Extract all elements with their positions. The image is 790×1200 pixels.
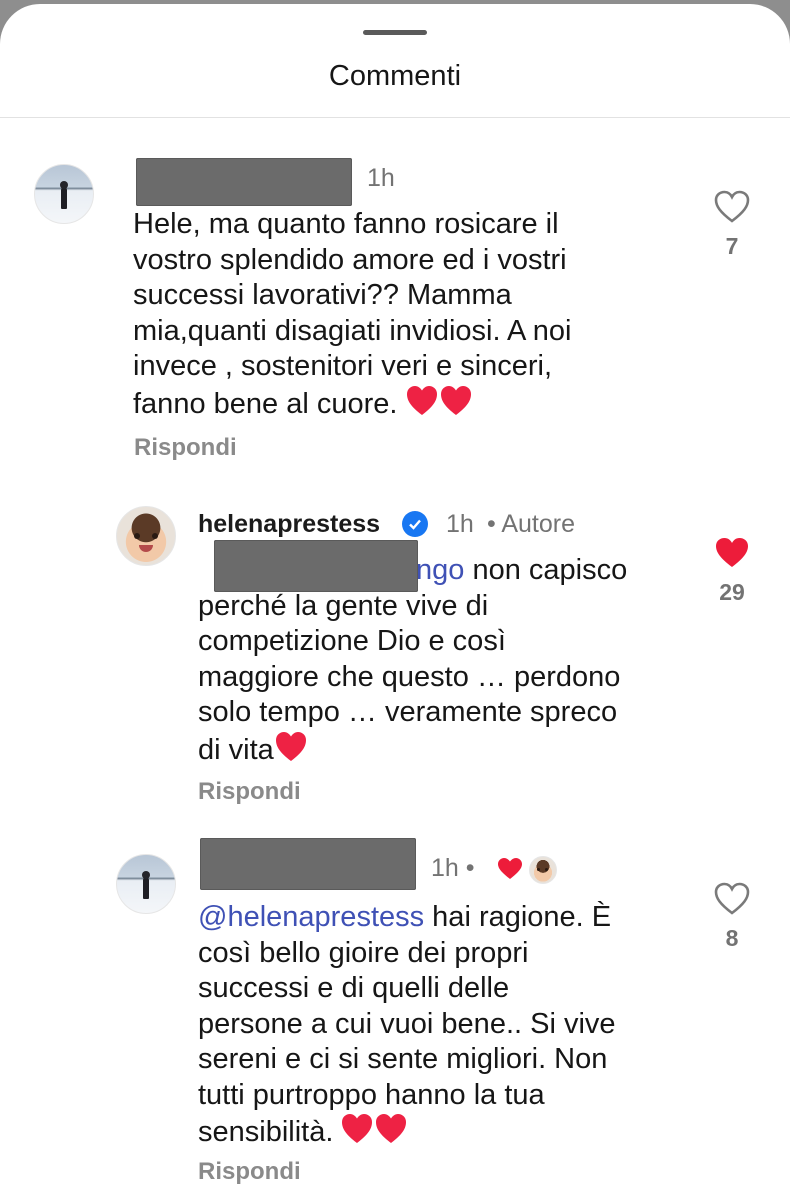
avatar[interactable] [34, 164, 94, 224]
heart-filled-icon[interactable] [702, 536, 762, 575]
like-column: 7 [702, 190, 762, 260]
username[interactable]: helenaprestess [198, 510, 380, 539]
comment-timestamp: 1h [367, 164, 395, 192]
reply-button[interactable]: Rispondi [134, 434, 237, 462]
heart-outline-icon[interactable] [702, 190, 762, 229]
avatar[interactable] [116, 506, 176, 566]
like-column: 29 [702, 536, 762, 606]
author-tag: • Autore [487, 510, 575, 538]
author-avatar-small [529, 856, 557, 884]
like-count: 8 [725, 925, 739, 951]
comment-timestamp: 1h [446, 510, 474, 538]
redacted-username [136, 158, 352, 206]
comment-text: Hele, ma quanto fanno rosicare il vostro… [133, 207, 693, 426]
header-divider [0, 117, 790, 118]
heart-emoji-icon [406, 385, 472, 427]
liked-by-author-heart-icon [497, 857, 523, 886]
heart-outline-icon[interactable] [702, 882, 762, 921]
like-column: 8 [702, 882, 762, 952]
heart-emoji-icon [341, 1113, 407, 1155]
like-count: 29 [719, 579, 745, 605]
like-count: 7 [725, 233, 739, 259]
reply-button[interactable]: Rispondi [198, 778, 301, 806]
heart-emoji-icon [274, 731, 308, 773]
sheet-title: Commenti [328, 60, 462, 92]
comment-text: ngo non capisco perché la gente vive di … [198, 553, 698, 772]
avatar[interactable] [116, 854, 176, 914]
verified-badge-icon [402, 511, 428, 537]
comment-text: @helenaprestess hai ragione. È così bell… [198, 900, 698, 1155]
comment-timestamp: 1h • [431, 854, 475, 882]
mention-link[interactable]: ngo [416, 554, 464, 586]
mention-link[interactable]: @helenaprestess [198, 901, 424, 933]
comments-sheet: Commenti 1h Hele, ma quanto fanno rosica… [0, 4, 790, 1200]
redacted-username [200, 838, 416, 890]
reply-button[interactable]: Rispondi [198, 1158, 301, 1186]
drag-handle[interactable] [363, 30, 427, 35]
